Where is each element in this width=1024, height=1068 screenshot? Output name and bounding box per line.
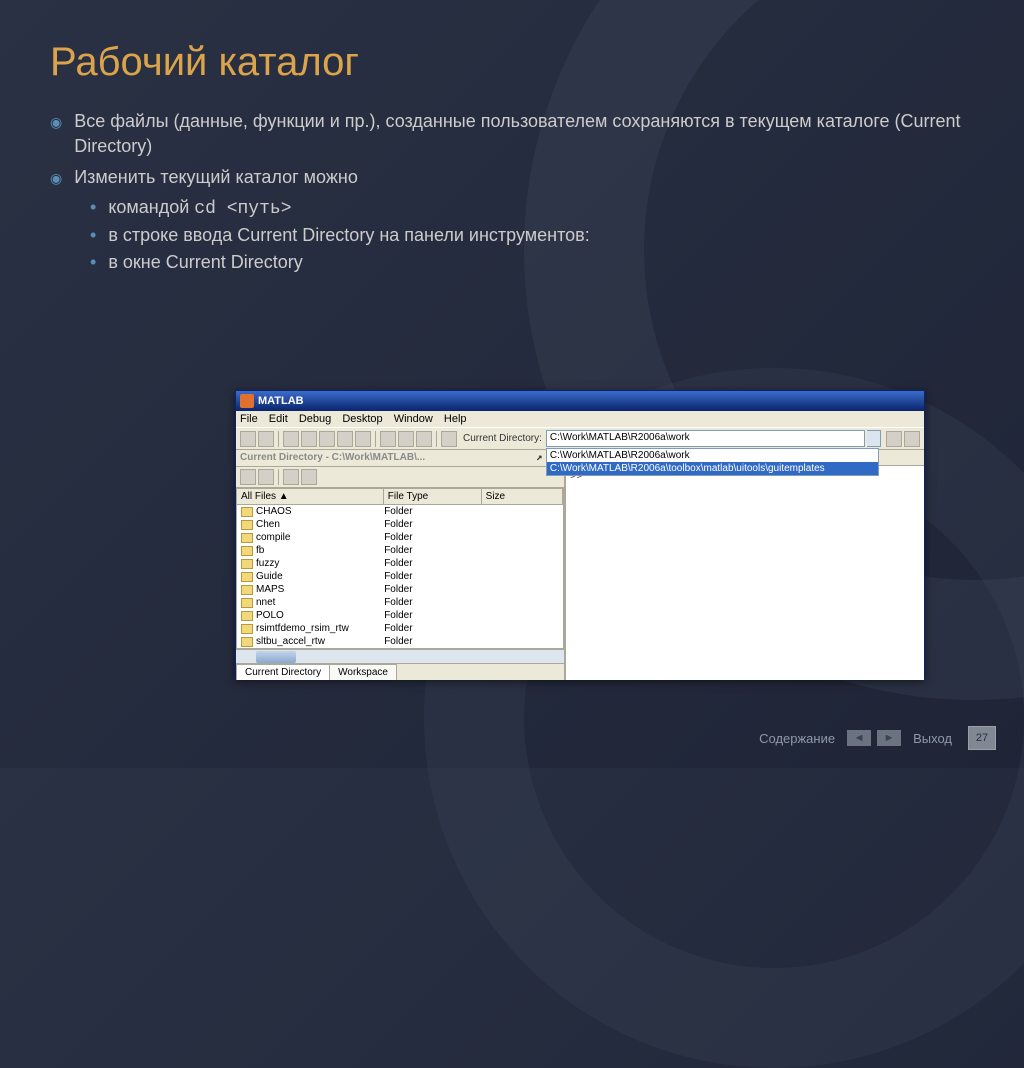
matlab-toolbar: Current Directory: C:\Work\MATLAB\R2006a… xyxy=(236,427,924,450)
menu-edit[interactable]: Edit xyxy=(269,413,288,425)
up-folder-icon[interactable] xyxy=(904,431,920,447)
prev-slide-button[interactable]: ◄ xyxy=(847,730,871,746)
folder-icon xyxy=(241,585,253,595)
file-row[interactable]: ChenFolder xyxy=(237,518,563,531)
folder-icon xyxy=(241,611,253,621)
bullet-2-text: Изменить текущий каталог можно xyxy=(74,165,358,190)
subbullet-1-text: командой cd <путь> xyxy=(108,197,291,219)
matlab-titlebar[interactable]: MATLAB xyxy=(236,391,924,411)
folder-icon xyxy=(241,637,253,647)
exit-button[interactable]: Выход xyxy=(907,729,958,748)
menu-debug[interactable]: Debug xyxy=(299,413,331,425)
file-list[interactable]: All Files ▲ File Type Size CHAOSFolderCh… xyxy=(236,488,564,649)
current-directory-value: C:\Work\MATLAB\R2006a\work xyxy=(550,432,690,443)
horizontal-scrollbar[interactable] xyxy=(236,649,564,663)
new-file-icon[interactable] xyxy=(240,431,256,447)
col-file-type[interactable]: File Type xyxy=(384,489,482,504)
file-row[interactable]: sltbu_accel_rtwFolder xyxy=(237,635,563,648)
menu-help[interactable]: Help xyxy=(444,413,467,425)
up-icon[interactable] xyxy=(258,469,274,485)
file-row[interactable]: CHAOSFolder xyxy=(237,505,563,518)
subbullet-1: командой cd <путь> xyxy=(90,197,974,219)
page-number: 27 xyxy=(968,726,996,750)
dropdown-toggle-icon[interactable] xyxy=(867,430,881,447)
subbullet-2-text: в строке ввода Current Directory на пане… xyxy=(108,225,589,246)
folder-icon xyxy=(241,533,253,543)
find-icon[interactable] xyxy=(283,469,299,485)
folder-icon xyxy=(241,572,253,582)
copy-icon[interactable] xyxy=(301,431,317,447)
cut-icon[interactable] xyxy=(283,431,299,447)
folder-icon xyxy=(241,559,253,569)
subbullet-2: в строке ввода Current Directory на пане… xyxy=(90,225,974,246)
subbullet-3-text: в окне Current Directory xyxy=(108,252,302,273)
simulink-icon[interactable] xyxy=(380,431,396,447)
folder-icon xyxy=(241,520,253,530)
folder-icon xyxy=(241,507,253,517)
current-directory-label: Current Directory: xyxy=(463,433,542,444)
current-directory-panel: Current Directory - C:\Work\MATLAB\... ↗… xyxy=(236,450,566,680)
col-size[interactable]: Size xyxy=(482,489,564,504)
folder-icon xyxy=(241,624,253,634)
current-directory-input[interactable]: C:\Work\MATLAB\R2006a\work C:\Work\MATLA… xyxy=(546,430,865,447)
next-slide-button[interactable]: ► xyxy=(877,730,901,746)
command-window[interactable]: >> xyxy=(566,466,924,680)
sort-arrow-icon: ▲ xyxy=(279,491,289,502)
dropdown-option-2[interactable]: C:\Work\MATLAB\R2006a\toolbox\matlab\uit… xyxy=(547,462,878,475)
tab-workspace[interactable]: Workspace xyxy=(329,664,397,680)
slide-footer: Содержание ◄ ► Выход 27 xyxy=(753,726,996,750)
menu-desktop[interactable]: Desktop xyxy=(342,413,382,425)
tab-current-directory[interactable]: Current Directory xyxy=(236,664,330,680)
current-directory-dropdown[interactable]: C:\Work\MATLAB\R2006a\work C:\Work\MATLA… xyxy=(546,448,879,476)
redo-icon[interactable] xyxy=(355,431,371,447)
matlab-window: MATLAB File Edit Debug Desktop Window He… xyxy=(235,390,925,680)
file-row[interactable]: fbFolder xyxy=(237,544,563,557)
refresh-icon[interactable] xyxy=(240,469,256,485)
subbullet-3: в окне Current Directory xyxy=(90,252,974,273)
col-all-files[interactable]: All Files ▲ xyxy=(237,489,384,504)
file-row[interactable]: rsimtfdemo_rsim_rtwFolder xyxy=(237,622,563,635)
scrollbar-thumb[interactable] xyxy=(256,651,296,663)
bullet-2: Изменить текущий каталог можно xyxy=(50,165,974,190)
ellipsis-icon[interactable] xyxy=(886,431,902,447)
menu-file[interactable]: File xyxy=(240,413,258,425)
contents-button[interactable]: Содержание xyxy=(753,729,841,748)
menu-window[interactable]: Window xyxy=(394,413,433,425)
file-row[interactable]: POLOFolder xyxy=(237,609,563,622)
matlab-menubar[interactable]: File Edit Debug Desktop Window Help xyxy=(236,411,924,427)
file-list-header[interactable]: All Files ▲ File Type Size xyxy=(237,489,563,505)
file-row[interactable]: MAPSFolder xyxy=(237,583,563,596)
file-row[interactable]: compileFolder xyxy=(237,531,563,544)
left-pane-title-text: Current Directory - C:\Work\MATLAB\... xyxy=(240,452,425,464)
guide-icon[interactable] xyxy=(398,431,414,447)
paste-icon[interactable] xyxy=(319,431,335,447)
slide-title: Рабочий каталог xyxy=(50,40,974,85)
bullet-1-text: Все файлы (данные, функции и пр.), созда… xyxy=(74,109,974,159)
undo-icon[interactable] xyxy=(337,431,353,447)
folder-icon xyxy=(241,546,253,556)
file-row[interactable]: nnetFolder xyxy=(237,596,563,609)
profiler-icon[interactable] xyxy=(416,431,432,447)
dropdown-option-1[interactable]: C:\Work\MATLAB\R2006a\work xyxy=(547,449,878,462)
matlab-logo-icon xyxy=(240,394,254,408)
folder-icon xyxy=(241,598,253,608)
help-icon[interactable] xyxy=(441,431,457,447)
bullet-1: Все файлы (данные, функции и пр.), созда… xyxy=(50,109,974,159)
file-row[interactable]: fuzzyFolder xyxy=(237,557,563,570)
left-pane-title: Current Directory - C:\Work\MATLAB\... ↗… xyxy=(236,450,564,467)
open-file-icon[interactable] xyxy=(258,431,274,447)
command-window-panel: Command >> xyxy=(566,450,924,680)
file-row[interactable]: GuideFolder xyxy=(237,570,563,583)
run-icon[interactable] xyxy=(301,469,317,485)
matlab-title-text: MATLAB xyxy=(258,395,304,407)
